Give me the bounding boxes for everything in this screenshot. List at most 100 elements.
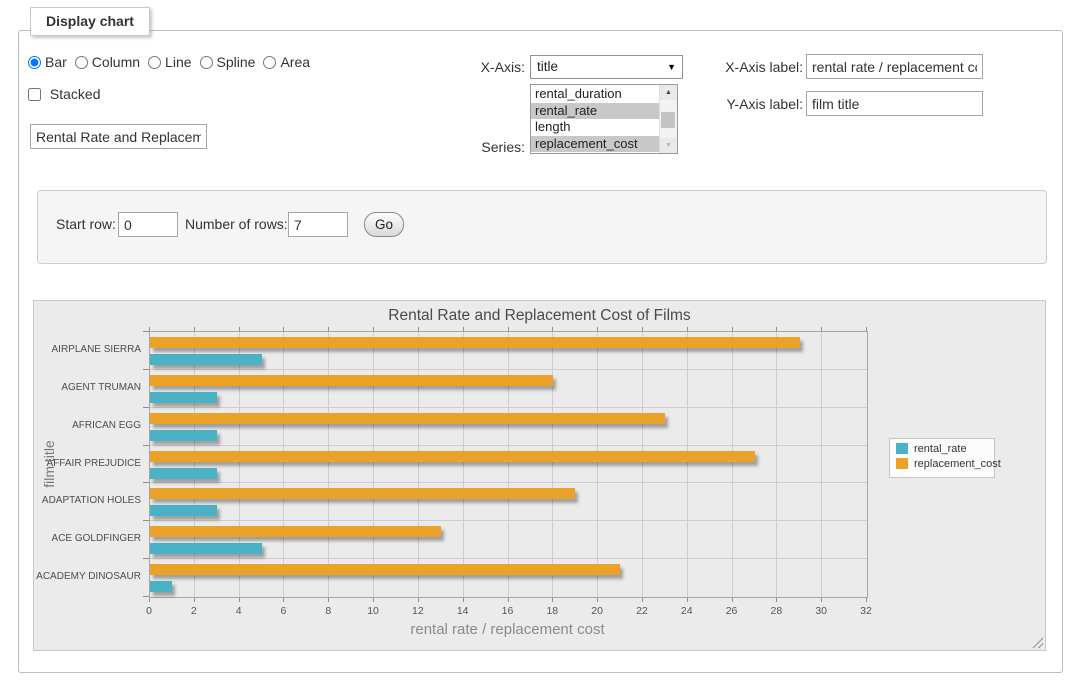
- radio-input-line[interactable]: [148, 56, 161, 69]
- chart-bar-replacement_cost: [150, 375, 553, 386]
- x-axis-selected-value: title: [537, 59, 558, 74]
- scrollbar-thumb[interactable]: [661, 112, 675, 128]
- radio-label: Bar: [45, 54, 67, 70]
- y-tick-mark: [143, 596, 149, 597]
- x-tick-label: 30: [806, 605, 836, 617]
- legend-entry-replacement_cost: replacement_cost: [896, 458, 988, 473]
- x-tick-label: 4: [224, 605, 254, 617]
- row-range-panel: Start row: Number of rows: Go: [37, 190, 1047, 264]
- x-tick-label: 6: [268, 605, 298, 617]
- chart-bar-replacement_cost: [150, 451, 755, 462]
- series-listbox[interactable]: rental_durationrental_ratelengthreplacem…: [530, 84, 678, 154]
- chart-bar-rental_rate: [150, 392, 217, 403]
- x-axis-label-input[interactable]: [806, 54, 983, 79]
- radio-input-column[interactable]: [75, 56, 88, 69]
- x-tick-label: 12: [403, 605, 433, 617]
- series-option-rental_duration[interactable]: rental_duration: [531, 86, 659, 103]
- x-tick-label: 32: [851, 605, 881, 617]
- resize-handle-icon[interactable]: [1032, 637, 1043, 648]
- chart-type-radio-area[interactable]: Area: [263, 54, 310, 70]
- x-tick-mark: [239, 598, 240, 602]
- x-tick-mark-top: [283, 327, 284, 331]
- y-category-label: AIRPLANE SIERRA: [34, 344, 141, 355]
- y-category-label: AFRICAN EGG: [34, 420, 141, 431]
- go-button[interactable]: Go: [364, 212, 404, 237]
- y-category-label: ACE GOLDFINGER: [34, 533, 141, 544]
- chart-bar-rental_rate: [150, 581, 172, 592]
- y-category-label: ADAPTATION HOLES: [34, 495, 141, 506]
- x-tick-mark: [642, 598, 643, 602]
- grid-line-horizontal: [150, 369, 867, 370]
- x-tick-mark: [687, 598, 688, 602]
- y-tick-mark: [143, 520, 149, 521]
- series-scrollbar[interactable]: ▲ ▼: [659, 85, 677, 153]
- y-axis-label-input[interactable]: [806, 91, 983, 116]
- x-tick-label: 0: [134, 605, 164, 617]
- x-tick-mark-top: [149, 327, 150, 331]
- chart-bar-replacement_cost: [150, 564, 620, 575]
- x-tick-mark: [373, 598, 374, 602]
- scroll-up-icon[interactable]: ▲: [660, 85, 677, 100]
- num-rows-input[interactable]: [288, 212, 348, 237]
- y-tick-mark: [143, 445, 149, 446]
- x-tick-mark: [283, 598, 284, 602]
- num-rows-label: Number of rows:: [185, 216, 288, 232]
- x-tick-mark-top: [821, 327, 822, 331]
- x-tick-mark: [552, 598, 553, 602]
- chart-bar-replacement_cost: [150, 488, 575, 499]
- chart-bar-replacement_cost: [150, 337, 800, 348]
- series-option-replacement_cost[interactable]: replacement_cost: [531, 136, 659, 153]
- stacked-label: Stacked: [50, 86, 101, 102]
- x-tick-mark-top: [373, 327, 374, 331]
- x-tick-mark: [418, 598, 419, 602]
- x-tick-label: 26: [717, 605, 747, 617]
- legend-label: rental_rate: [914, 443, 967, 455]
- y-tick-mark: [143, 331, 149, 332]
- x-tick-mark-top: [552, 327, 553, 331]
- chart-bar-rental_rate: [150, 430, 217, 441]
- x-axis-select[interactable]: title ▼: [530, 55, 683, 79]
- chart-title: Rental Rate and Replacement Cost of Film…: [34, 307, 1045, 325]
- x-axis-label-label: X-Axis label:: [723, 59, 803, 75]
- x-tick-mark-top: [642, 327, 643, 331]
- x-tick-label: 18: [537, 605, 567, 617]
- x-tick-mark-top: [597, 327, 598, 331]
- series-option-rental_rate[interactable]: rental_rate: [531, 103, 659, 120]
- x-tick-mark: [328, 598, 329, 602]
- y-axis-label-label: Y-Axis label:: [723, 96, 803, 112]
- y-category-label: ACADEMY DINOSAUR: [34, 571, 141, 582]
- chart-type-radio-spline[interactable]: Spline: [200, 54, 256, 70]
- x-tick-mark: [508, 598, 509, 602]
- x-axis-select-label: X-Axis:: [445, 59, 525, 75]
- chart-type-radio-bar[interactable]: Bar: [28, 54, 67, 70]
- stacked-checkbox[interactable]: [28, 88, 41, 101]
- chart-type-radio-line[interactable]: Line: [148, 54, 191, 70]
- grid-line-horizontal: [150, 482, 867, 483]
- legend-swatch-replacement_cost: [896, 458, 908, 469]
- radio-input-bar[interactable]: [28, 56, 41, 69]
- x-tick-label: 20: [582, 605, 612, 617]
- y-tick-mark: [143, 369, 149, 370]
- x-tick-mark: [194, 598, 195, 602]
- legend-swatch-rental_rate: [896, 443, 908, 454]
- x-tick-mark-top: [463, 327, 464, 331]
- chart-bar-replacement_cost: [150, 526, 441, 537]
- chart-type-radio-column[interactable]: Column: [75, 54, 140, 70]
- x-tick-mark-top: [194, 327, 195, 331]
- series-option-length[interactable]: length: [531, 119, 659, 136]
- x-tick-label: 22: [627, 605, 657, 617]
- x-tick-mark-top: [328, 327, 329, 331]
- stacked-option[interactable]: Stacked: [28, 86, 100, 102]
- legend-label: replacement_cost: [914, 458, 1001, 470]
- scroll-down-icon[interactable]: ▼: [660, 138, 677, 153]
- radio-input-spline[interactable]: [200, 56, 213, 69]
- start-row-input[interactable]: [118, 212, 178, 237]
- chart-container: Rental Rate and Replacement Cost of Film…: [33, 300, 1046, 651]
- x-tick-mark: [866, 598, 867, 602]
- x-tick-label: 8: [313, 605, 343, 617]
- radio-input-area[interactable]: [263, 56, 276, 69]
- x-tick-label: 28: [761, 605, 791, 617]
- chart-title-input[interactable]: [30, 124, 207, 149]
- series-options: rental_durationrental_ratelengthreplacem…: [531, 85, 659, 153]
- x-tick-mark: [463, 598, 464, 602]
